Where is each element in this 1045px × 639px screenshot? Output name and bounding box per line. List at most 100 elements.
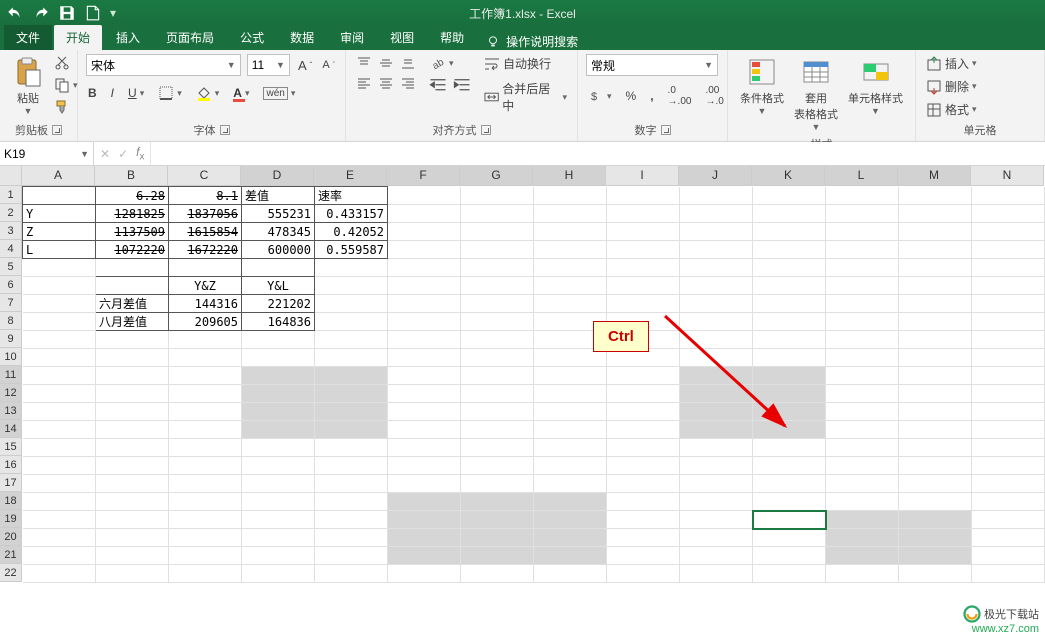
cell-M4[interactable] <box>899 241 972 259</box>
cell-I17[interactable] <box>607 475 680 493</box>
col-header-J[interactable]: J <box>679 166 752 186</box>
cell-G15[interactable] <box>461 439 534 457</box>
cell-C22[interactable] <box>169 565 242 583</box>
cell-E13[interactable] <box>315 403 388 421</box>
row-header-22[interactable]: 22 <box>0 564 22 582</box>
cell-H11[interactable] <box>534 367 607 385</box>
cell-N15[interactable] <box>972 439 1045 457</box>
cell-A12[interactable] <box>23 385 96 403</box>
align-top-button[interactable] <box>354 54 374 72</box>
font-launcher[interactable] <box>220 125 230 135</box>
cell-C12[interactable] <box>169 385 242 403</box>
cell-B13[interactable] <box>96 403 169 421</box>
cell-B6[interactable] <box>96 277 169 295</box>
cell-I5[interactable] <box>607 259 680 277</box>
tell-me[interactable]: 操作说明搜索 <box>486 33 578 50</box>
cell-D20[interactable] <box>242 529 315 547</box>
cell-L3[interactable] <box>826 223 899 241</box>
cell-B20[interactable] <box>96 529 169 547</box>
cell-K19[interactable] <box>753 511 826 529</box>
tab-page-layout[interactable]: 页面布局 <box>154 25 226 50</box>
cell-F11[interactable] <box>388 367 461 385</box>
cell-F20[interactable] <box>388 529 461 547</box>
cell-style-button[interactable]: 单元格样式▼ <box>844 54 907 134</box>
wrap-text-button[interactable]: 自动换行 <box>482 54 569 73</box>
tab-help[interactable]: 帮助 <box>428 25 476 50</box>
tab-file[interactable]: 文件 <box>4 25 52 50</box>
cell-L20[interactable] <box>826 529 899 547</box>
cell-M3[interactable] <box>899 223 972 241</box>
orientation-button[interactable]: ab▾ <box>428 54 472 72</box>
cell-M8[interactable] <box>899 313 972 331</box>
row-header-8[interactable]: 8 <box>0 312 22 330</box>
cell-N1[interactable] <box>972 187 1045 205</box>
col-header-I[interactable]: I <box>606 166 679 186</box>
cell-E21[interactable] <box>315 547 388 565</box>
cell-A3[interactable]: Z <box>23 223 96 241</box>
cell-G12[interactable] <box>461 385 534 403</box>
row-header-12[interactable]: 12 <box>0 384 22 402</box>
cell-K6[interactable] <box>753 277 826 295</box>
cell-M14[interactable] <box>899 421 972 439</box>
cell-D15[interactable] <box>242 439 315 457</box>
cell-K4[interactable] <box>753 241 826 259</box>
worksheet-grid[interactable]: ABCDEFGHIJKLMN 1234567891011121314151617… <box>0 166 1045 639</box>
cell-H3[interactable] <box>534 223 607 241</box>
cell-I16[interactable] <box>607 457 680 475</box>
col-header-B[interactable]: B <box>95 166 168 186</box>
cell-G6[interactable] <box>461 277 534 295</box>
increase-font-button[interactable]: Aˆ <box>296 57 314 74</box>
cell-K16[interactable] <box>753 457 826 475</box>
cell-J20[interactable] <box>680 529 753 547</box>
cell-E2[interactable]: 0.433157 <box>315 205 388 223</box>
col-header-D[interactable]: D <box>241 166 314 186</box>
decrease-indent-button[interactable] <box>428 76 448 94</box>
cell-F19[interactable] <box>388 511 461 529</box>
cell-E22[interactable] <box>315 565 388 583</box>
cell-N20[interactable] <box>972 529 1045 547</box>
cell-E7[interactable] <box>315 295 388 313</box>
formula-input[interactable] <box>151 142 1045 165</box>
cell-F5[interactable] <box>388 259 461 277</box>
tab-home[interactable]: 开始 <box>54 25 102 50</box>
cell-D19[interactable] <box>242 511 315 529</box>
cell-B14[interactable] <box>96 421 169 439</box>
cell-F22[interactable] <box>388 565 461 583</box>
cell-C13[interactable] <box>169 403 242 421</box>
cell-H14[interactable] <box>534 421 607 439</box>
col-header-A[interactable]: A <box>22 166 95 186</box>
cell-F4[interactable] <box>388 241 461 259</box>
cell-E17[interactable] <box>315 475 388 493</box>
row-header-13[interactable]: 13 <box>0 402 22 420</box>
cell-C15[interactable] <box>169 439 242 457</box>
comma-button[interactable]: , <box>648 88 655 104</box>
cell-H7[interactable] <box>534 295 607 313</box>
cell-K5[interactable] <box>753 259 826 277</box>
cell-A19[interactable] <box>23 511 96 529</box>
cell-G5[interactable] <box>461 259 534 277</box>
cell-E3[interactable]: 0.42052 <box>315 223 388 241</box>
cell-N3[interactable] <box>972 223 1045 241</box>
cell-M6[interactable] <box>899 277 972 295</box>
cell-B12[interactable] <box>96 385 169 403</box>
row-header-18[interactable]: 18 <box>0 492 22 510</box>
cell-H21[interactable] <box>534 547 607 565</box>
cell-J4[interactable] <box>680 241 753 259</box>
cell-E18[interactable] <box>315 493 388 511</box>
cell-H17[interactable] <box>534 475 607 493</box>
row-header-4[interactable]: 4 <box>0 240 22 258</box>
cell-D7[interactable]: 221202 <box>242 295 315 313</box>
cell-E1[interactable]: 速率 <box>315 187 388 205</box>
cell-C5[interactable] <box>169 259 242 277</box>
cell-I21[interactable] <box>607 547 680 565</box>
cell-K22[interactable] <box>753 565 826 583</box>
cell-B2[interactable]: 1281825 <box>96 205 169 223</box>
cell-C21[interactable] <box>169 547 242 565</box>
cell-H4[interactable] <box>534 241 607 259</box>
cell-G18[interactable] <box>461 493 534 511</box>
cell-H6[interactable] <box>534 277 607 295</box>
cell-A21[interactable] <box>23 547 96 565</box>
cell-D4[interactable]: 600000 <box>242 241 315 259</box>
cell-G17[interactable] <box>461 475 534 493</box>
align-center-button[interactable] <box>376 74 396 92</box>
